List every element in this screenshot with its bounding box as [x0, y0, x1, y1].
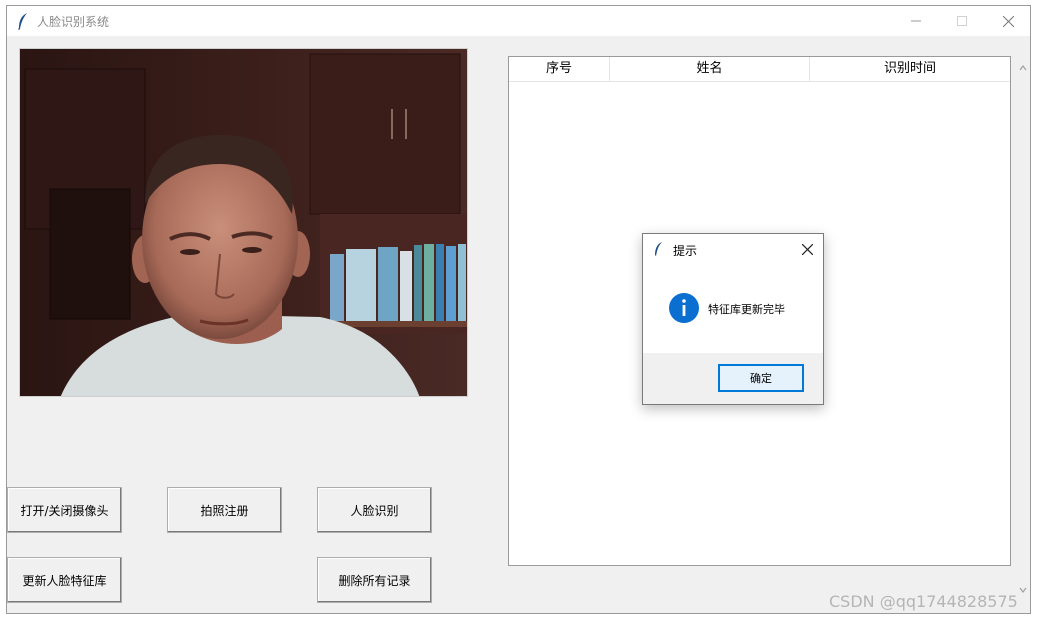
dialog-title: 提示	[673, 244, 698, 258]
photo-register-button[interactable]: 拍照注册	[167, 487, 282, 533]
minimize-icon	[911, 20, 921, 22]
close-icon	[801, 243, 813, 255]
face-recognize-button[interactable]: 人脸识别	[317, 487, 432, 533]
maximize-button[interactable]	[939, 6, 985, 36]
scroll-up-icon[interactable]	[1018, 62, 1028, 74]
feather-icon	[18, 13, 27, 30]
title-bar[interactable]: 人脸识别系统	[7, 6, 1030, 36]
info-dialog: 提示 特征库更新完毕 确定	[642, 233, 824, 405]
feather-icon	[655, 242, 662, 256]
toggle-camera-button[interactable]: 打开/关闭摄像头	[7, 487, 122, 533]
close-button[interactable]	[985, 6, 1030, 36]
minimize-button[interactable]	[893, 6, 939, 36]
scroll-down-icon[interactable]	[1018, 584, 1028, 596]
dialog-title-bar[interactable]: 提示	[643, 234, 823, 264]
table-header: 序号 姓名 识别时间	[509, 57, 1010, 82]
watermark: CSDN @qq1744828575	[829, 592, 1018, 611]
app-window: 人脸识别系统 序号 姓名 识别时间 打开/关闭摄像头 拍照注册 人脸识别 更新人…	[6, 5, 1031, 614]
window-title: 人脸识别系统	[37, 15, 110, 29]
dialog-close-button[interactable]	[797, 240, 817, 258]
close-icon	[1002, 15, 1014, 27]
webcam-feed-image	[20, 49, 467, 396]
maximize-icon	[957, 16, 967, 26]
info-icon	[669, 293, 699, 323]
update-features-button[interactable]: 更新人脸特征库	[7, 557, 122, 603]
column-header-name[interactable]: 姓名	[610, 57, 809, 81]
camera-view	[19, 48, 468, 397]
delete-records-button[interactable]: 删除所有记录	[317, 557, 432, 603]
column-header-index[interactable]: 序号	[509, 57, 609, 81]
ok-button[interactable]: 确定	[718, 364, 804, 392]
column-header-time[interactable]: 识别时间	[810, 57, 1010, 81]
dialog-message: 特征库更新完毕	[708, 303, 785, 316]
